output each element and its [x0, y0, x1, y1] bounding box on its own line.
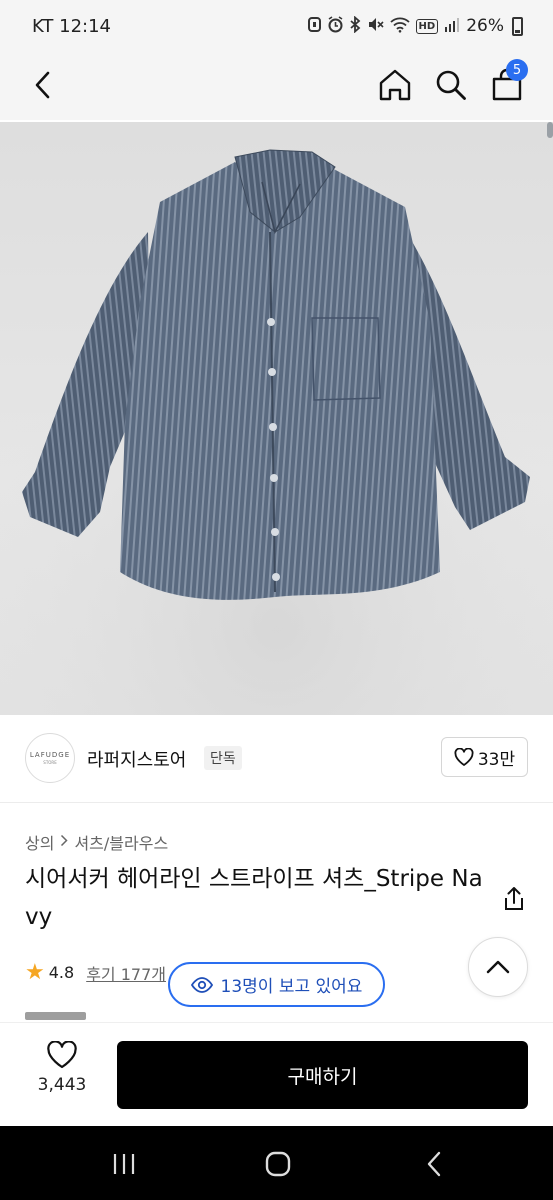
share-icon [505, 887, 523, 910]
mute-icon [367, 16, 384, 37]
product-title: 시어서커 헤어라인 스트라이프 셔츠_Stripe Navy [25, 866, 483, 930]
home-circle-icon [265, 1151, 291, 1177]
brand-logo-subtext: STORE [43, 760, 57, 765]
chevron-right-icon [60, 834, 69, 851]
recent-apps-button[interactable] [96, 1144, 152, 1184]
nav-back-icon [427, 1151, 441, 1177]
heart-icon [47, 1041, 77, 1069]
share-button[interactable] [499, 884, 529, 914]
purchase-bar: 3,443 구매하기 [0, 1022, 553, 1126]
brand-like-count: 33만 [477, 749, 516, 770]
status-bar: KT 12:14 HD 26% [0, 0, 553, 52]
brand-logo-text: LAFUDGE [29, 751, 71, 759]
product-image[interactable] [0, 122, 553, 715]
wishlist-button[interactable]: 3,443 [22, 1041, 102, 1111]
cart-button[interactable]: 5 [484, 59, 530, 108]
exclusive-badge: 단독 [204, 746, 242, 770]
reviews-link[interactable]: 후기 177개 [86, 961, 166, 985]
status-icons: HD 26% [307, 15, 523, 37]
search-button[interactable] [428, 62, 474, 108]
carrier-time: KT 12:14 [32, 15, 111, 37]
breadcrumb-item[interactable]: 셔츠/블라우스 [74, 830, 168, 854]
alarm-icon [327, 15, 344, 37]
bluetooth-icon [349, 15, 361, 37]
chevron-up-icon [486, 960, 510, 974]
battery-percent: 26% [466, 16, 504, 36]
wifi-icon [389, 16, 410, 37]
back-arrow-icon [35, 71, 50, 99]
brand-like-button[interactable]: 33만 [441, 737, 528, 777]
system-home-button[interactable] [250, 1144, 306, 1184]
brand-name[interactable]: 라퍼지스토어 [87, 746, 186, 772]
partial-tab-strip [25, 1012, 86, 1020]
viewers-text: 13명이 보고 있어요 [220, 977, 363, 997]
search-icon [436, 70, 466, 100]
rating-row: ★ 4.8 후기 177개 [25, 960, 166, 985]
app-header: 5 [0, 52, 553, 120]
hd-icon: HD [415, 18, 439, 34]
scroll-indicator [547, 122, 553, 138]
shirt-photo [0, 122, 553, 715]
brand-logo[interactable]: LAFUDGE STORE [25, 733, 75, 783]
back-button[interactable] [20, 62, 66, 108]
home-button[interactable] [372, 62, 418, 108]
home-icon [379, 69, 411, 101]
system-back-button[interactable] [406, 1144, 462, 1184]
system-nav-bar [0, 1126, 553, 1200]
viewers-notice: 13명이 보고 있어요 [168, 962, 385, 1007]
battery-icon [512, 16, 523, 36]
breadcrumb: 상의 셔츠/블라우스 [25, 830, 168, 854]
eye-icon [190, 976, 213, 993]
wishlist-count: 3,443 [37, 1075, 87, 1095]
recent-apps-icon [113, 1154, 135, 1174]
breadcrumb-item[interactable]: 상의 [25, 830, 54, 854]
buy-button[interactable]: 구매하기 [117, 1041, 528, 1109]
rating-value: 4.8 [48, 963, 75, 982]
sync-icon [307, 16, 321, 37]
cart-count-badge: 5 [506, 59, 528, 81]
star-icon: ★ [25, 960, 45, 985]
signal-icon [444, 16, 460, 37]
brand-row: LAFUDGE STORE 라퍼지스토어 단독 33만 [0, 715, 553, 803]
scroll-to-top-button[interactable] [468, 937, 528, 997]
heart-icon [454, 748, 474, 766]
